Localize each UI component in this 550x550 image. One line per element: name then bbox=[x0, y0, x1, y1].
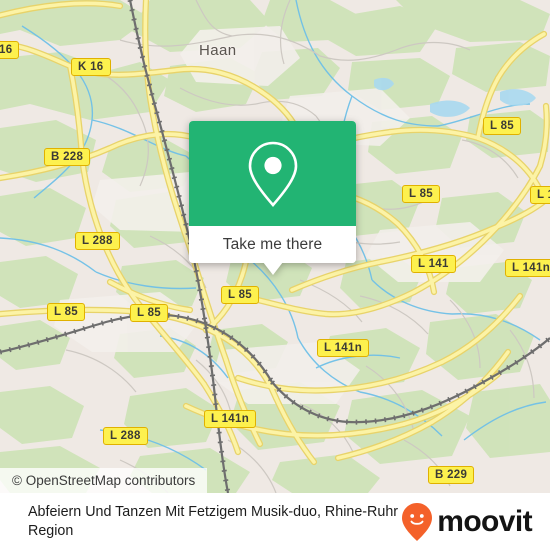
road-shield: L 141n bbox=[317, 339, 370, 357]
road-shield: L 85 bbox=[130, 304, 169, 322]
map-canvas[interactable]: Haan 16 K 16 B 228 L 288 L 85 L 85 L 85 … bbox=[0, 0, 550, 493]
caption-bar: Abfeiern Und Tanzen Mit Fetzigem Musik-d… bbox=[0, 493, 550, 550]
popup-tail bbox=[262, 262, 283, 275]
road-shield: 16 bbox=[0, 41, 20, 59]
road-shield: B 229 bbox=[428, 466, 475, 484]
page-title: Abfeiern Und Tanzen Mit Fetzigem Musik-d… bbox=[28, 503, 399, 539]
popup-hero bbox=[189, 121, 356, 226]
map-pin-icon bbox=[248, 141, 297, 207]
road-shield: L 85 bbox=[221, 286, 260, 304]
moovit-pin-smiley-icon bbox=[402, 502, 433, 541]
place-label-haan: Haan bbox=[199, 42, 237, 59]
road-shield: B 228 bbox=[44, 148, 91, 166]
road-shield: L 141 bbox=[411, 255, 456, 273]
osm-attribution[interactable]: © OpenStreetMap contributors bbox=[0, 468, 208, 493]
road-shield: L 141n bbox=[204, 410, 257, 428]
road-shield: L 141n bbox=[505, 259, 550, 277]
road-shield: L 85 bbox=[483, 117, 522, 135]
road-shield: L 85 bbox=[47, 303, 86, 321]
moovit-map-page: Haan 16 K 16 B 228 L 288 L 85 L 85 L 85 … bbox=[0, 0, 550, 550]
road-shield: L 1 bbox=[530, 186, 550, 204]
moovit-logo[interactable]: moovit bbox=[400, 502, 533, 542]
popup-card[interactable]: Take me there bbox=[189, 121, 356, 263]
popup-footer[interactable]: Take me there bbox=[189, 226, 356, 263]
road-shield: L 288 bbox=[75, 232, 120, 250]
road-shield: K 16 bbox=[71, 58, 111, 76]
map-popup[interactable]: Take me there bbox=[189, 121, 356, 275]
road-shield: L 85 bbox=[402, 185, 441, 203]
osm-attribution-text: © OpenStreetMap contributors bbox=[12, 473, 196, 488]
take-me-there-label: Take me there bbox=[222, 235, 323, 253]
moovit-wordmark: moovit bbox=[437, 504, 532, 538]
road-shield: L 288 bbox=[103, 427, 148, 445]
